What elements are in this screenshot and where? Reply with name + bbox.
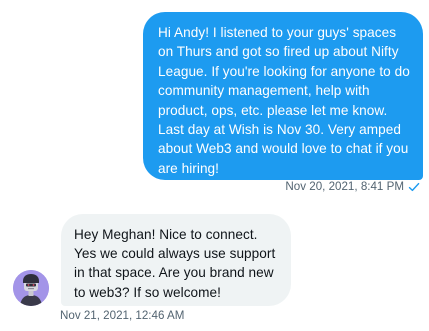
message-line: in that space. Are you brand new	[74, 265, 274, 281]
message-line: League. If you're looking for anyone to …	[158, 63, 410, 79]
avatar-icon	[13, 270, 49, 306]
message-line: Hey Meghan! Nice to connect.	[74, 227, 258, 242]
outgoing-message-bubble[interactable]: Hi Andy! I listened to your guys' spaces…	[143, 12, 423, 180]
message-line: Last day at Wish is Nov 30. Very amped	[158, 122, 401, 138]
avatar[interactable]	[13, 270, 49, 306]
message-line: product, ops, etc. please let me know.	[158, 102, 388, 118]
message-line: community management, help with	[158, 83, 370, 99]
message-timestamp[interactable]: Nov 21, 2021, 12:46 AM	[60, 309, 184, 322]
incoming-message-bubble[interactable]: Hey Meghan! Nice to connect. Yes we coul…	[61, 214, 291, 306]
check-icon	[408, 181, 420, 193]
message-line: Hi Andy! I listened to your guys' spaces	[158, 25, 397, 40]
message-line: are hiring!	[158, 160, 219, 176]
message-line: on Thurs and got so fired up about Nifty	[158, 44, 399, 60]
message-line: to web3? If so welcome!	[74, 284, 221, 300]
outgoing-message-meta: Nov 20, 2021, 8:41 PM	[285, 180, 420, 193]
message-timestamp[interactable]: Nov 20, 2021, 8:41 PM	[285, 180, 404, 193]
incoming-message-meta: Nov 21, 2021, 12:46 AM	[60, 309, 184, 322]
message-line: about Web3 and would love to chat if you	[158, 141, 409, 157]
message-line: Yes we could always use support	[74, 246, 276, 262]
